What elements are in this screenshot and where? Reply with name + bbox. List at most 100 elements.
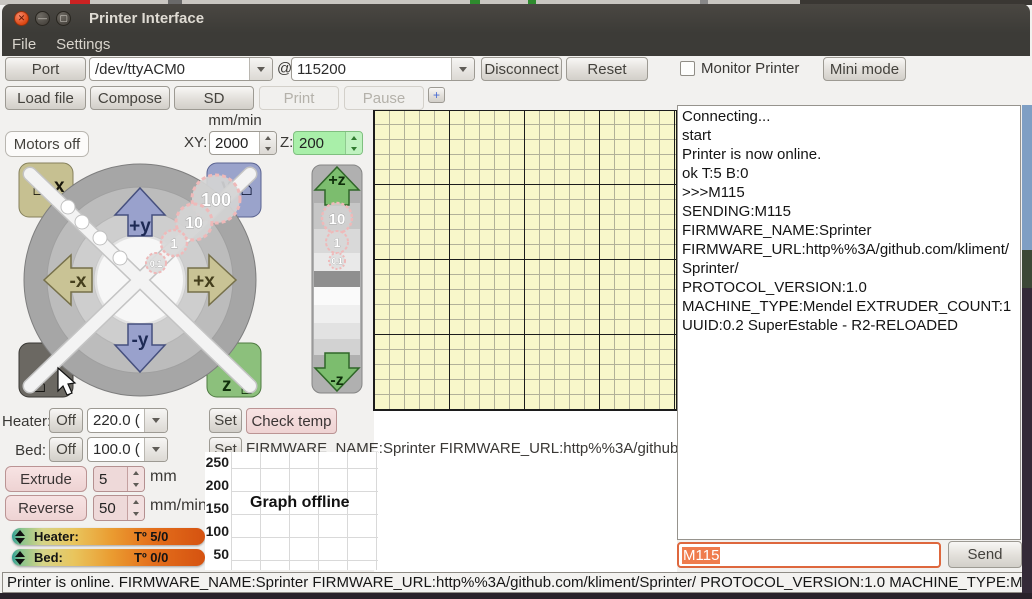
graph-offline-text: Graph offline [250,494,350,512]
bed-label: Bed: [2,442,46,459]
background-window-fragment [1022,288,1032,593]
spin-up-icon[interactable] [260,132,276,143]
command-input[interactable]: M115 [677,542,941,568]
z-distance-10-label: 10 [329,211,346,228]
gauge-handle-icon[interactable] [12,549,28,566]
sd-button[interactable]: SD [174,86,254,110]
send-button[interactable]: Send [948,541,1022,568]
xy-feed-spinner[interactable]: 2000 [209,131,277,155]
graph-ylabel: 50 [205,546,229,562]
jog-plus-y-label: +y [129,216,151,237]
heater-gauge[interactable]: Heater: Tº 5/0 [12,528,205,545]
baud-combo[interactable]: 115200 [291,57,475,81]
bed-temp-combo[interactable]: 100.0 ( [87,437,168,462]
log-line: ok T:5 B:0 [682,164,1016,183]
jog-minus-y-label: -y [132,330,149,351]
z-distance-1-label: 1 [334,236,341,250]
log-line: PROTOCOL_VERSION:1.0 MACHINE_TYPE:Mendel… [682,278,1016,335]
spin-down-icon[interactable] [128,508,144,520]
port-combo-value: /dev/ttyACM0 [90,60,249,79]
log-line: Printer is now online. [682,145,1016,164]
z-band[interactable] [314,323,360,339]
statusbar-text: Printer is online. FIRMWARE_NAME:Sprinte… [7,574,1030,591]
z-feed-value: 200 [294,134,345,153]
extrude-length-value: 5 [94,470,127,489]
add-tab-button[interactable]: + [428,87,445,103]
z-feed-spinner[interactable]: 200 [293,131,363,155]
load-file-button[interactable]: Load file [5,86,86,110]
desktop-bottom-strip [0,593,1032,599]
motors-off-button[interactable]: Motors off [5,131,89,157]
spin-down-icon[interactable] [128,479,144,491]
extrude-length-spinner[interactable]: 5 [93,466,145,492]
disconnect-button[interactable]: Disconnect [481,57,562,81]
chevron-down-icon[interactable] [144,438,167,461]
gauge-handle-icon[interactable] [12,528,28,545]
z-distance-01-label: 0.1 [331,257,343,266]
monitor-printer-checkbox[interactable] [680,61,695,76]
z-band[interactable] [314,287,360,305]
printer-interface-window: ✕ — ▢ Printer Interface File Settings Po… [0,0,1032,599]
divider-dot [61,200,75,214]
minimize-icon[interactable]: — [35,11,50,26]
distance-01-label: 0.1 [150,259,163,269]
spin-down-icon[interactable] [346,143,362,154]
window-title: Printer Interface [89,10,204,27]
heater-label: Heater: [2,413,46,430]
z-band[interactable] [314,305,360,323]
port-button[interactable]: Port [5,57,86,81]
log-line: Connecting... [682,107,1016,126]
spin-up-icon[interactable] [128,467,144,479]
reverse-button[interactable]: Reverse [5,495,87,521]
divider-dot [75,215,89,229]
divider-dot [93,231,107,245]
graph-ylabel: 200 [205,477,229,493]
background-window-fragment [1022,250,1032,288]
spin-down-icon[interactable] [260,143,276,154]
chevron-down-icon[interactable] [451,58,474,80]
menu-settings[interactable]: Settings [46,34,120,55]
maximize-icon[interactable]: ▢ [56,11,71,26]
spin-up-icon[interactable] [128,496,144,508]
heater-gauge-temp: Tº 5/0 [134,529,168,544]
z-feed-label: Z: [280,134,293,151]
titlebar[interactable]: ✕ — ▢ Printer Interface [2,4,1030,33]
command-input-value: M115 [682,547,720,564]
bed-off-button[interactable]: Off [49,437,83,462]
heater-temp-combo[interactable]: 220.0 ( [87,408,168,433]
chevron-down-icon[interactable] [144,409,167,432]
log-line: SENDING:M115 [682,202,1016,221]
extrude-button[interactable]: Extrude [5,466,87,492]
xy-feed-label: XY: [184,134,207,151]
z-band-center [314,271,360,287]
jog-minus-x-label: -x [70,271,87,292]
bed-gauge[interactable]: Bed: Tº 0/0 [12,549,205,566]
z-plus-label: +z [328,172,345,189]
distance-10-label: 10 [185,215,203,232]
heater-off-button[interactable]: Off [49,408,83,433]
close-icon[interactable]: ✕ [14,11,29,26]
extrude-unit-label: mm [150,468,177,486]
print-button: Print [259,86,339,110]
chevron-down-icon[interactable] [249,58,272,80]
compose-button[interactable]: Compose [90,86,170,110]
menu-file[interactable]: File [2,34,46,55]
mini-mode-button[interactable]: Mini mode [823,57,906,81]
monitor-printer-label: Monitor Printer [701,60,799,77]
log-console[interactable]: Connecting...startPrinter is now online.… [677,105,1021,540]
port-combo[interactable]: /dev/ttyACM0 [89,57,273,81]
at-label: @ [277,60,292,77]
temperature-graph: 250 200 150 100 50 Graph offline [205,452,378,570]
graph-ylabel: 150 [205,500,229,516]
check-temp-button[interactable]: Check temp [246,408,337,434]
reset-button[interactable]: Reset [566,57,648,81]
heater-set-button[interactable]: Set [209,408,242,433]
extrude-speed-spinner[interactable]: 50 [93,495,145,521]
log-line: FIRMWARE_NAME:Sprinter FIRMWARE_URL:http… [682,221,1016,278]
spin-up-icon[interactable] [346,132,362,143]
gcode-preview-grid [373,110,677,411]
log-line: start [682,126,1016,145]
home-z-label: z [222,375,232,396]
graph-ylabel: 250 [205,454,229,470]
xy-feed-value: 2000 [210,134,259,153]
